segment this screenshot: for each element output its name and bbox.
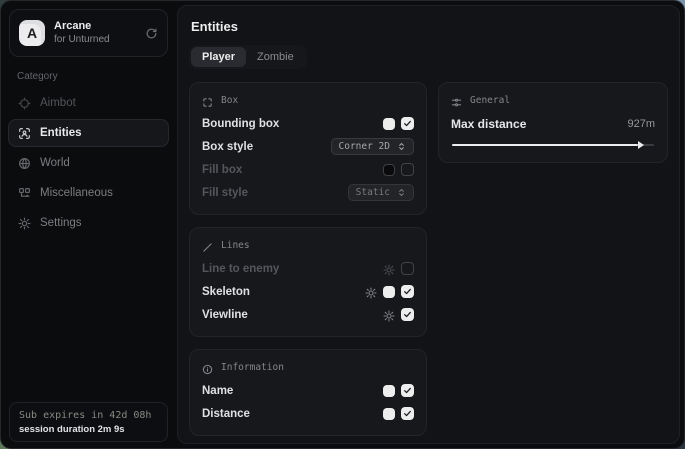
lines-card: Lines Line to enemy Skeleton — [189, 227, 427, 337]
row-label: Fill style — [202, 187, 248, 199]
refresh-icon[interactable] — [145, 27, 158, 40]
gear-icon — [18, 217, 31, 230]
color-swatch[interactable] — [383, 286, 395, 298]
max-distance-slider[interactable] — [452, 144, 654, 146]
scan-person-icon — [18, 127, 31, 140]
setting-row-viewline: Viewline — [202, 304, 414, 325]
gear-icon[interactable] — [383, 309, 395, 321]
box-style-dropdown[interactable]: Corner 2D — [331, 138, 414, 155]
row-label: Bounding box — [202, 118, 279, 130]
right-column: General Max distance 927m — [438, 82, 668, 163]
brand-name: Arcane — [54, 20, 110, 34]
subscription-expires: Sub expires in 42d 08h — [19, 410, 158, 421]
tab-player[interactable]: Player — [191, 47, 246, 67]
checkbox-checked[interactable] — [401, 384, 414, 397]
row-label: Skeleton — [202, 286, 250, 298]
diagonal-line-icon — [202, 240, 213, 251]
information-card: Information Name Distance — [189, 349, 427, 436]
max-distance-label: Max distance — [451, 117, 526, 131]
setting-row-box-style: Box style Corner 2D — [202, 136, 414, 157]
globe-icon — [18, 157, 31, 170]
checkbox-checked[interactable] — [401, 407, 414, 420]
sidebar-item-entities[interactable]: Entities — [8, 119, 169, 147]
sidebar-item-label: Entities — [40, 127, 82, 139]
setting-row-fill-box: Fill box — [202, 159, 414, 180]
brand-subtitle: for Unturned — [54, 34, 110, 47]
category-label: Category — [17, 71, 176, 82]
sidebar-item-world[interactable]: World — [8, 149, 169, 177]
sidebar-item-label: Settings — [40, 217, 82, 229]
hierarchy-icon — [18, 187, 31, 200]
slider-fill[interactable] — [452, 144, 638, 146]
max-distance-value: 927m — [627, 118, 655, 130]
main-panel: Entities Player Zombie Box — [177, 5, 680, 444]
sidebar-item-aimbot[interactable]: Aimbot — [8, 89, 169, 117]
chevron-up-down-icon — [397, 142, 406, 151]
brand-text: Arcane for Unturned — [54, 20, 110, 46]
setting-row-name: Name — [202, 380, 414, 401]
box-card-header: Box — [202, 90, 414, 110]
tab-zombie[interactable]: Zombie — [246, 47, 305, 67]
checkbox-checked[interactable] — [401, 308, 414, 321]
lines-card-header: Lines — [202, 235, 414, 255]
row-label: Box style — [202, 141, 253, 153]
sidebar-item-settings[interactable]: Settings — [8, 209, 169, 237]
info-icon — [202, 362, 213, 373]
checkbox-unchecked[interactable] — [401, 163, 414, 176]
sidebar-item-miscellaneous[interactable]: Miscellaneous — [8, 179, 169, 207]
setting-row-bounding-box: Bounding box — [202, 113, 414, 134]
box-card-title: Box — [221, 95, 238, 106]
brand-logo: A — [19, 20, 45, 46]
session-duration: session duration 2m 9s — [19, 424, 158, 435]
dropdown-value: Corner 2D — [339, 141, 390, 152]
sliders-icon — [451, 95, 462, 106]
lines-card-title: Lines — [221, 240, 250, 251]
brand-card: A Arcane for Unturned — [9, 9, 168, 57]
color-swatch[interactable] — [383, 164, 395, 176]
general-card-title: General — [470, 95, 510, 106]
row-label: Fill box — [202, 164, 242, 176]
sidebar-item-label: World — [40, 157, 70, 169]
gear-icon[interactable] — [365, 286, 377, 298]
setting-row-fill-style: Fill style Static — [202, 182, 414, 203]
gear-icon[interactable] — [383, 263, 395, 275]
checkbox-checked[interactable] — [401, 117, 414, 130]
color-swatch[interactable] — [383, 408, 395, 420]
row-label: Viewline — [202, 309, 248, 321]
checkbox-unchecked[interactable] — [401, 262, 414, 275]
sidebar-nav: Aimbot Entities World — [1, 88, 176, 238]
chevron-up-down-icon — [397, 188, 406, 197]
sidebar-item-label: Aimbot — [40, 97, 76, 109]
setting-row-skeleton: Skeleton — [202, 281, 414, 302]
row-label: Line to enemy — [202, 263, 279, 275]
tab-bar: Player Zombie — [189, 45, 307, 69]
general-card: General Max distance 927m — [438, 82, 668, 163]
crosshair-icon — [18, 97, 31, 110]
color-swatch[interactable] — [383, 118, 395, 130]
sidebar-item-label: Miscellaneous — [40, 187, 113, 199]
dropdown-value: Static — [356, 187, 390, 198]
content-columns: Box Bounding box Box style — [189, 82, 668, 436]
checkbox-checked[interactable] — [401, 285, 414, 298]
left-column: Box Bounding box Box style — [189, 82, 427, 436]
box-corners-icon — [202, 95, 213, 106]
subscription-card: Sub expires in 42d 08h session duration … — [9, 402, 168, 442]
row-label: Distance — [202, 408, 250, 420]
row-label: Name — [202, 385, 233, 397]
sidebar: A Arcane for Unturned Category Aimbot — [1, 1, 176, 448]
general-card-header: General — [451, 90, 655, 110]
page-title: Entities — [191, 19, 668, 34]
app-window: A Arcane for Unturned Category Aimbot — [0, 0, 685, 449]
setting-row-line-to-enemy: Line to enemy — [202, 258, 414, 279]
setting-row-distance: Distance — [202, 403, 414, 424]
setting-row-max-distance: Max distance 927m — [451, 113, 655, 134]
information-card-title: Information — [221, 362, 284, 373]
box-card: Box Bounding box Box style — [189, 82, 427, 215]
information-card-header: Information — [202, 357, 414, 377]
color-swatch[interactable] — [383, 385, 395, 397]
fill-style-dropdown[interactable]: Static — [348, 184, 414, 201]
